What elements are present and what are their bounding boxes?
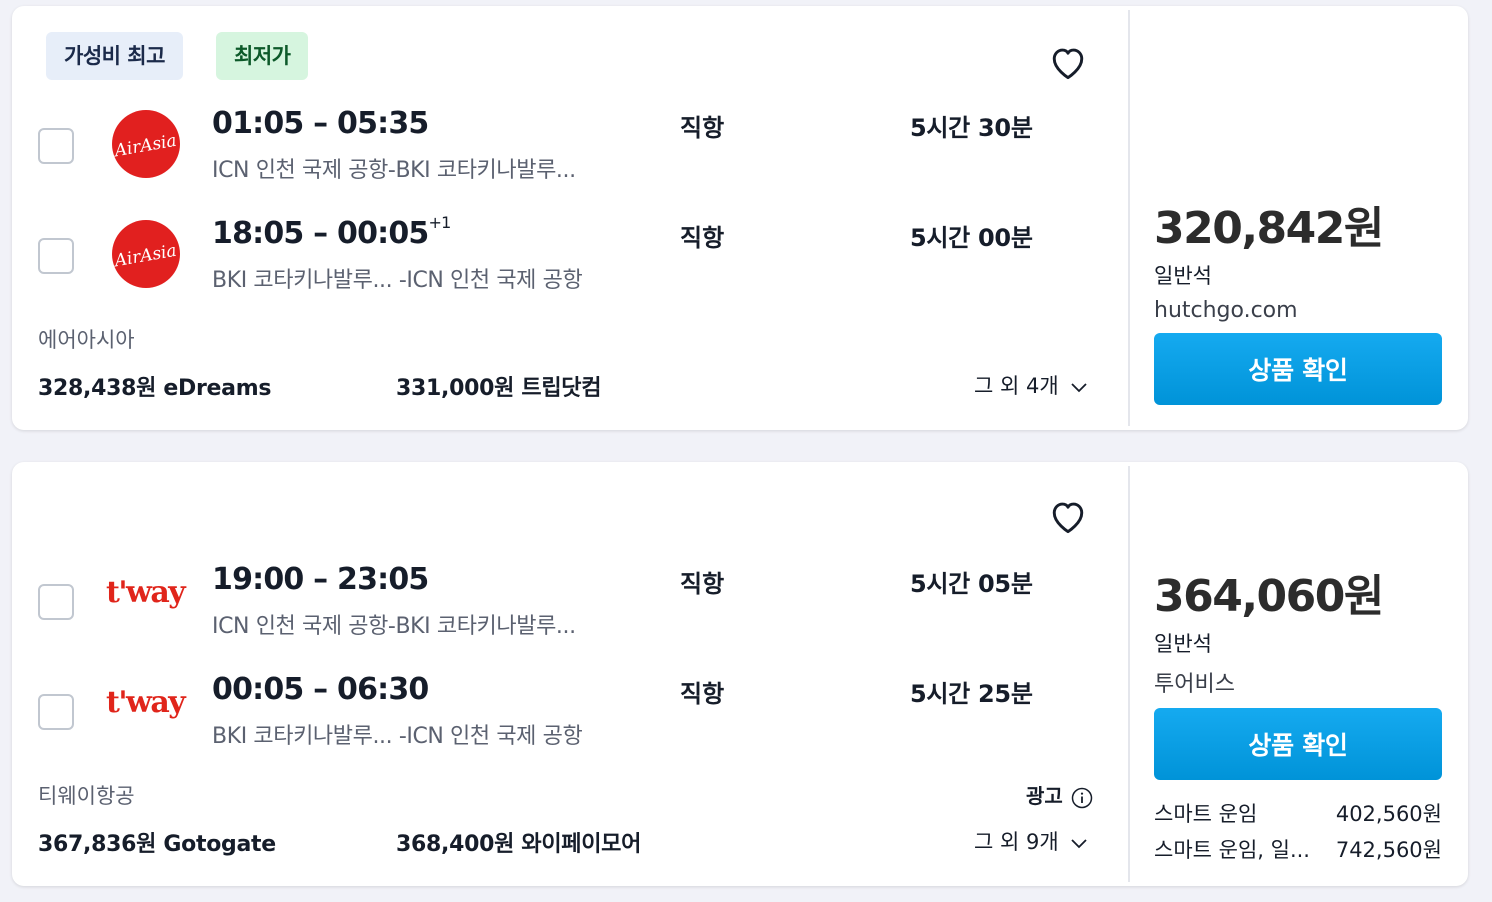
main-price: 320,842원 xyxy=(1154,203,1384,254)
view-deal-button[interactable]: 상품 확인 xyxy=(1154,708,1442,780)
column-divider xyxy=(1128,466,1130,882)
airasia-logo: AirAsia xyxy=(111,220,180,288)
duration-label: 5시간 00분 xyxy=(910,224,1033,252)
provider-name: 투어비스 xyxy=(1154,672,1235,697)
compare-checkbox[interactable] xyxy=(38,238,74,274)
stops-label: 직항 xyxy=(680,114,725,142)
duration-label: 5시간 25분 xyxy=(910,680,1033,708)
svg-text:AirAsia: AirAsia xyxy=(112,241,178,272)
stops-label: 직항 xyxy=(680,680,725,708)
route-text: BKI 코타키나발루... -ICN 인천 국제 공항 xyxy=(212,268,583,293)
airline-name: 티웨이항공 xyxy=(38,784,135,808)
alt-price-option[interactable]: 368,400원 와이페이모어 xyxy=(396,826,641,858)
outbound-leg: t'way 19:00 – 23:05 ICN 인천 국제 공항-BKI 코타키… xyxy=(12,558,1122,658)
cheapest-badge: 최저가 xyxy=(216,32,309,80)
price-panel: 364,060원 일반석 투어비스 상품 확인 스마트 운임 402,560원 스… xyxy=(1154,560,1442,868)
favorite-heart-icon[interactable] xyxy=(1046,494,1090,538)
duration-label: 5시간 05분 xyxy=(910,570,1033,598)
route-text: ICN 인천 국제 공항-BKI 코타키나발루... xyxy=(212,614,576,639)
tway-logo: t'way xyxy=(104,682,190,726)
route-text: BKI 코타키나발루... -ICN 인천 국제 공항 xyxy=(212,724,583,749)
flight-times: 01:05 – 05:35 xyxy=(212,106,429,141)
stops-label: 직항 xyxy=(680,224,725,252)
tway-logo: t'way xyxy=(104,572,190,616)
provider-name: hutchgo.com xyxy=(1154,298,1298,323)
return-leg: AirAsia 18:05 – 00:05+1 BKI 코타키나발루... -I… xyxy=(12,212,1122,312)
day-offset: +1 xyxy=(428,213,452,232)
flight-result-card: t'way 19:00 – 23:05 ICN 인천 국제 공항-BKI 코타키… xyxy=(12,462,1468,886)
duration-label: 5시간 30분 xyxy=(910,114,1033,142)
compare-checkbox[interactable] xyxy=(38,584,74,620)
cabin-class: 일반석 xyxy=(1154,632,1212,656)
column-divider xyxy=(1128,10,1130,426)
view-deal-button[interactable]: 상품 확인 xyxy=(1154,333,1442,405)
more-options-toggle[interactable]: 그 외 4개 xyxy=(974,370,1091,400)
favorite-heart-icon[interactable] xyxy=(1046,40,1090,84)
svg-text:t'way: t'way xyxy=(106,575,187,610)
ad-label[interactable]: 광고 xyxy=(1026,780,1093,809)
route-text: ICN 인천 국제 공항-BKI 코타키나발루... xyxy=(212,158,576,183)
svg-text:t'way: t'way xyxy=(106,685,187,720)
cabin-class: 일반석 xyxy=(1154,264,1212,288)
flight-times: 19:00 – 23:05 xyxy=(212,562,429,597)
return-leg: t'way 00:05 – 06:30 BKI 코타키나발루... -ICN 인… xyxy=(12,668,1122,768)
alt-price-option[interactable]: 367,836원 Gotogate xyxy=(38,826,276,858)
alt-price-option[interactable]: 331,000원 트립닷컴 xyxy=(396,370,601,402)
outbound-leg: AirAsia 01:05 – 05:35 ICN 인천 국제 공항-BKI 코… xyxy=(12,102,1122,202)
chevron-down-icon xyxy=(1071,383,1087,393)
flight-result-card: 가성비 최고 최저가 AirAsia 01:05 – 05:35 ICN 인천 … xyxy=(12,6,1468,430)
best-value-badge: 가성비 최고 xyxy=(46,32,183,80)
flight-times: 00:05 – 06:30 xyxy=(212,672,429,707)
compare-checkbox[interactable] xyxy=(38,128,74,164)
main-price: 364,060원 xyxy=(1154,571,1384,622)
fare-options-list: 스마트 운임 402,560원 스마트 운임, 일... 742,560원 xyxy=(1154,796,1442,868)
stops-label: 직항 xyxy=(680,570,725,598)
svg-text:AirAsia: AirAsia xyxy=(112,131,178,162)
airline-name: 에어아시아 xyxy=(38,328,135,352)
alt-price-option[interactable]: 328,438원 eDreams xyxy=(38,370,271,402)
more-options-toggle[interactable]: 그 외 9개 xyxy=(974,826,1091,856)
info-icon xyxy=(1071,787,1093,808)
price-panel: 320,842원 일반석 hutchgo.com 상품 확인 xyxy=(1154,192,1442,405)
chevron-down-icon xyxy=(1071,839,1087,849)
flight-times: 18:05 – 00:05+1 xyxy=(212,213,452,251)
compare-checkbox[interactable] xyxy=(38,694,74,730)
fare-option-row[interactable]: 스마트 운임, 일... 742,560원 xyxy=(1154,832,1442,868)
fare-option-row[interactable]: 스마트 운임 402,560원 xyxy=(1154,796,1442,832)
airasia-logo: AirAsia xyxy=(111,110,180,178)
